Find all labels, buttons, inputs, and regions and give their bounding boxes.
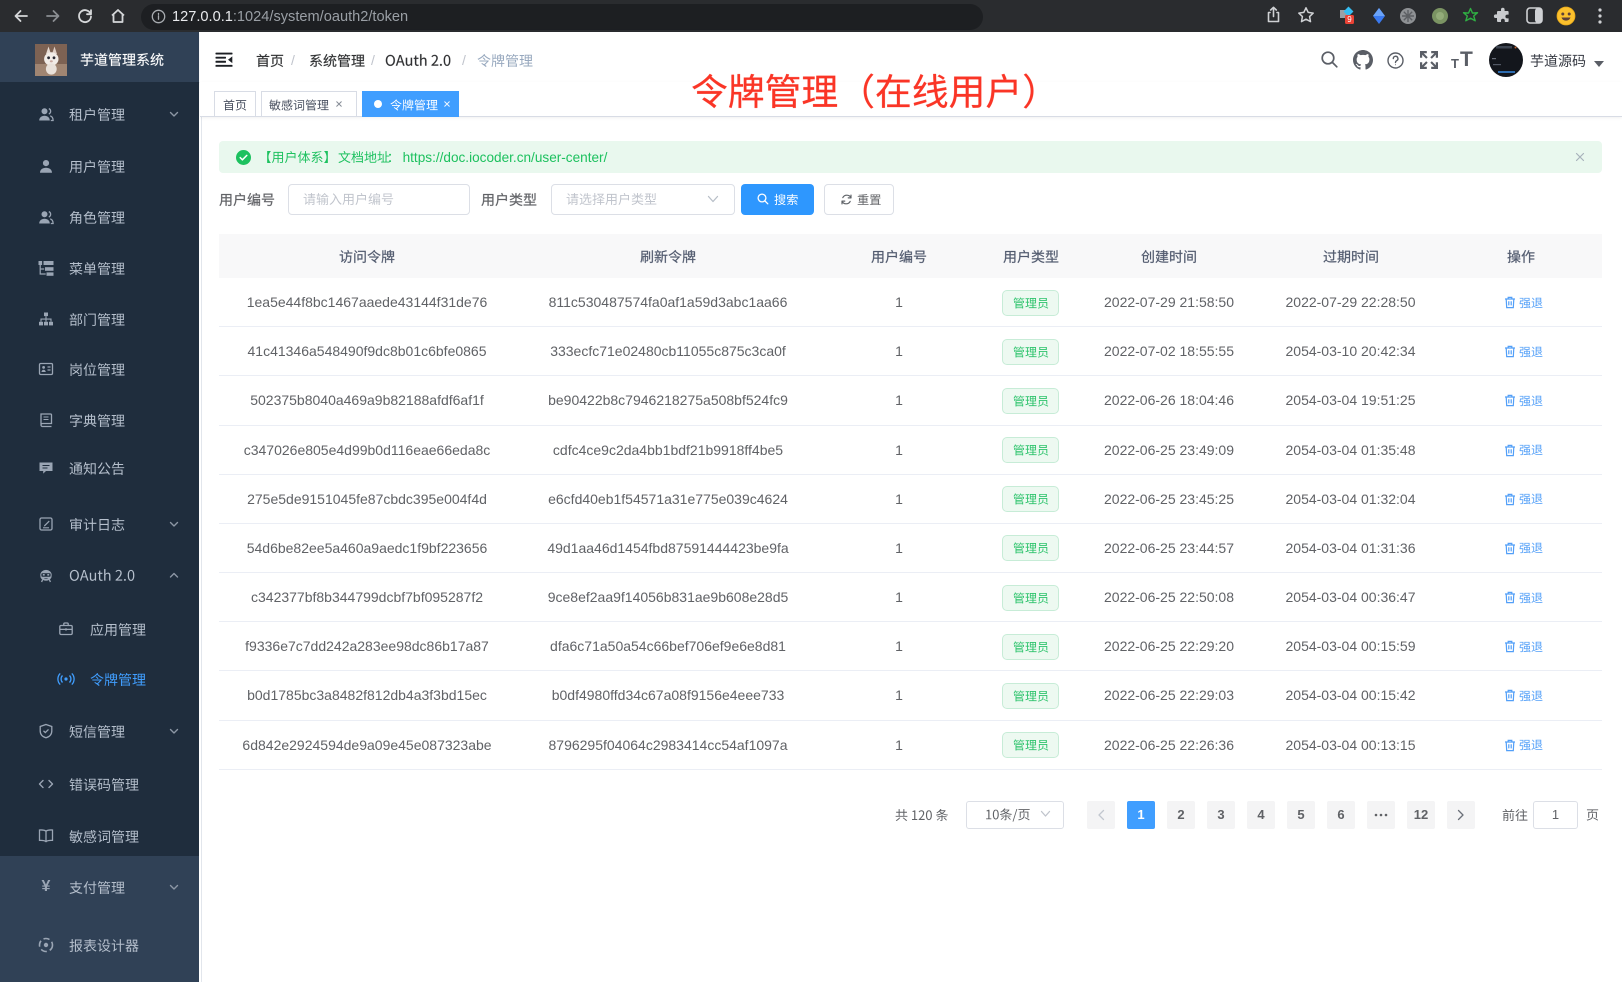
svg-text:9: 9 [1347, 15, 1352, 24]
